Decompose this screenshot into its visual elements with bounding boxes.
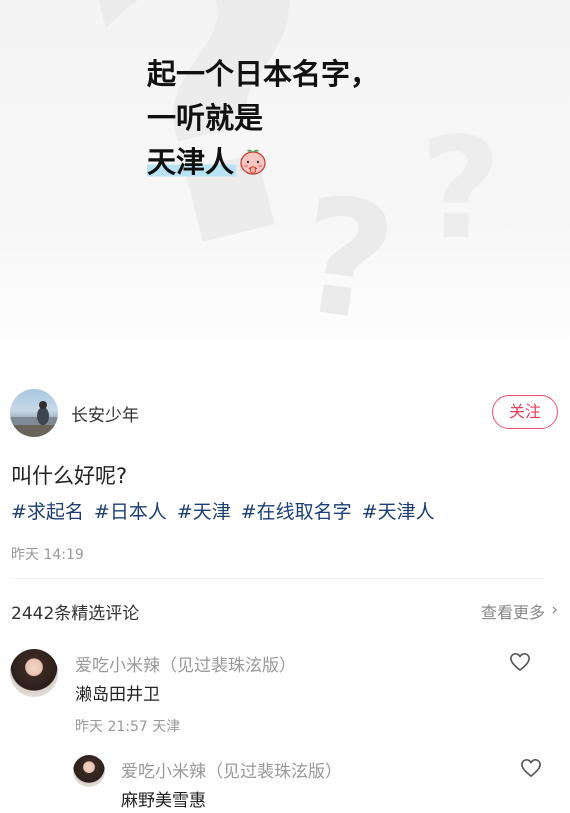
heart-outline-icon[interactable]	[509, 652, 531, 672]
comments-count: 2442条精选评论	[11, 604, 140, 624]
peach-face-icon	[240, 149, 266, 175]
hashtag-link[interactable]: #在线取名字	[241, 501, 352, 523]
post-cover-image[interactable]: ? ? ? 起一个日本名字， 一听就是 天津人	[0, 0, 570, 370]
heart-outline-icon[interactable]	[520, 758, 542, 778]
comment-text[interactable]: 濑岛田井卫	[75, 680, 160, 705]
hashtag-link[interactable]: #天津	[177, 501, 231, 523]
commenter-avatar[interactable]	[73, 755, 105, 787]
hashtag-link[interactable]: #天津人	[362, 501, 435, 523]
question-mark-decoration: ?	[420, 108, 502, 271]
cover-line-3: 天津人	[147, 145, 237, 179]
author-row: 长安少年 关注	[10, 389, 558, 437]
divider	[11, 578, 545, 579]
post-timestamp: 昨天 14:19	[11, 547, 84, 563]
cover-caption: 起一个日本名字， 一听就是 天津人	[147, 52, 379, 184]
comment-text[interactable]: 麻野美雪惠	[121, 786, 206, 811]
commenter-avatar[interactable]	[10, 649, 58, 697]
hashtag-link[interactable]: #求起名	[11, 501, 84, 523]
post-title: 叫什么好呢?	[11, 464, 128, 488]
commenter-name[interactable]: 爱吃小米辣（见过裴珠泫版）	[75, 651, 296, 676]
author-avatar[interactable]	[10, 389, 58, 437]
comment-meta: 昨天 21:57 天津	[75, 719, 181, 735]
hashtag-link[interactable]: #日本人	[94, 501, 167, 523]
cover-line-1: 起一个日本名字，	[147, 57, 380, 91]
cover-line-3-wrap: 天津人	[147, 140, 379, 184]
see-more-link[interactable]: 查看更多	[481, 599, 545, 623]
beach-photo-icon	[10, 401, 58, 437]
author-name[interactable]: 长安少年	[71, 401, 139, 426]
commenter-name[interactable]: 爱吃小米辣（见过裴珠泫版）	[121, 757, 342, 782]
follow-button[interactable]: 关注	[492, 395, 558, 429]
chevron-right-icon[interactable]: ›	[551, 600, 558, 620]
cover-line-2: 一听就是	[147, 101, 264, 135]
hashtag-list: #求起名 #日本人 #天津 #在线取名字 #天津人	[11, 497, 445, 524]
